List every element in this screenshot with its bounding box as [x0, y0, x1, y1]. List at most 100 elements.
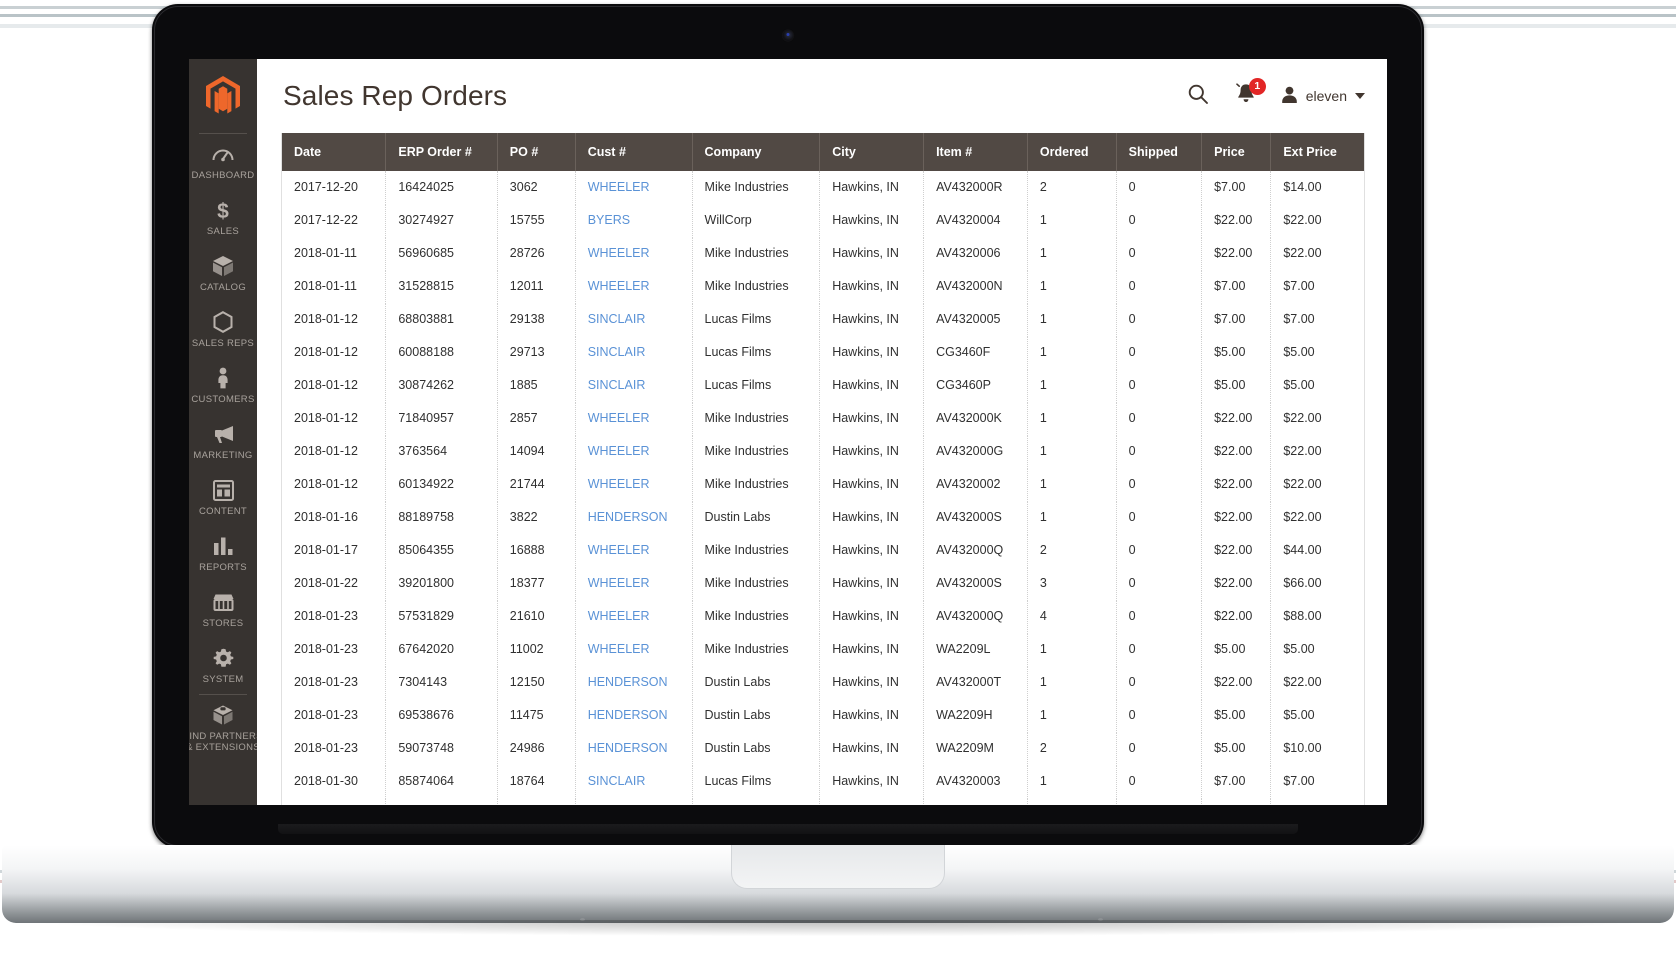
cell-ordered: 1 [1027, 269, 1117, 303]
cell-cust[interactable]: SINCLAIR [575, 335, 693, 369]
orders-table-area: Date ERP Order # PO # Cust # Company City Item… [257, 133, 1387, 805]
cell-cust[interactable]: WHEELER [575, 632, 693, 666]
cell-cust[interactable]: WHEELER [575, 171, 693, 204]
column-header-erp-order[interactable]: ERP Order # [385, 133, 498, 171]
cell-date: 2018-01-23 [282, 665, 387, 699]
table-row[interactable]: 2018-01-23 59073748 24986 HENDERSON Dustin L… [282, 731, 1364, 765]
customer-link[interactable]: WHEELER [588, 609, 650, 623]
magento-logo-icon [206, 76, 240, 114]
cell-cust[interactable]: BYERS [575, 203, 693, 237]
column-header-price[interactable]: Price [1201, 133, 1272, 171]
sidebar-item-sales-reps[interactable]: SALES REPS [189, 302, 257, 358]
cell-cust[interactable]: WHEELER [575, 797, 693, 805]
table-row[interactable]: 2018-01-12 30874262 1885 SINCLAIR Lucas Film… [282, 368, 1364, 402]
sidebar-item-system[interactable]: SYSTEM [189, 638, 257, 694]
sidebar-item-dashboard[interactable]: DASHBOARD [189, 134, 257, 190]
customer-link[interactable]: BYERS [588, 213, 630, 227]
cell-date: 2017-12-20 [282, 171, 387, 204]
customer-link[interactable]: WHEELER [588, 444, 650, 458]
cell-cust[interactable]: HENDERSON [575, 731, 693, 765]
notifications-button[interactable]: 1 [1233, 78, 1266, 109]
sidebar-item-find-partners-extensions[interactable]: FIND PARTNERS & EXTENSIONS [189, 695, 257, 762]
cell-cust[interactable]: HENDERSON [575, 500, 693, 534]
customer-link[interactable]: HENDERSON [588, 708, 668, 722]
cell-cust[interactable]: WHEELER [575, 236, 693, 270]
customer-link[interactable]: WHEELER [588, 411, 650, 425]
customer-link[interactable]: WHEELER [588, 477, 650, 491]
sidebar-item-stores[interactable]: STORES [189, 582, 257, 638]
table-row[interactable]: 2018-01-23 69538676 11475 HENDERSON Dustin L… [282, 698, 1364, 732]
table-row[interactable]: 2018-01-22 39201800 18377 WHEELER Mike Indus… [282, 566, 1364, 600]
sidebar-item-marketing[interactable]: MARKETING [189, 414, 257, 470]
cell-cust[interactable]: SINCLAIR [575, 302, 693, 336]
table-row[interactable]: 2018-01-23 7304143 12150 HENDERSON Dustin La… [282, 665, 1364, 699]
table-row[interactable]: 2017-12-22 30274927 15755 BYERS WillCorp Hawk… [282, 203, 1364, 237]
customer-link[interactable]: SINCLAIR [588, 345, 646, 359]
cell-company: Lucas Films [692, 368, 821, 402]
cell-cust[interactable]: WHEELER [575, 566, 693, 600]
user-menu[interactable]: eleven [1281, 86, 1365, 107]
column-header-cust[interactable]: Cust # [575, 133, 693, 171]
table-row[interactable]: 2018-02-0273349337335WHEELERMike Industr… [282, 797, 1364, 805]
table-row[interactable]: 2018-01-23 67642020 11002 WHEELER Mike Indus… [282, 632, 1364, 666]
customer-link[interactable]: SINCLAIR [588, 312, 646, 326]
column-header-ext-price[interactable]: Ext Price [1270, 133, 1364, 171]
table-row[interactable]: 2018-01-16 88189758 3822 HENDERSON Dustin La… [282, 500, 1364, 534]
column-header-shipped[interactable]: Shipped [1116, 133, 1203, 171]
table-row[interactable]: 2018-01-12 3763564 14094 WHEELER Mike Indust… [282, 434, 1364, 468]
table-header-row: Date ERP Order # PO # Cust # Company City Item… [282, 133, 1364, 171]
customer-link[interactable]: SINCLAIR [588, 774, 646, 788]
column-header-ordered[interactable]: Ordered [1027, 133, 1117, 171]
sidebar-item-reports[interactable]: REPORTS [189, 526, 257, 582]
cell-cust[interactable]: WHEELER [575, 599, 693, 633]
table-row[interactable]: 2018-01-12 71840957 2857 WHEELER Mike Indust… [282, 401, 1364, 435]
cell-cust[interactable]: WHEELER [575, 401, 693, 435]
table-row[interactable]: 2017-12-20 16424025 3062 WHEELER Mike Indust… [282, 171, 1364, 204]
sidebar-item-content[interactable]: CONTENT [189, 470, 257, 526]
cell-cust[interactable]: WHEELER [575, 533, 693, 567]
column-header-item[interactable]: Item # [923, 133, 1028, 171]
search-button[interactable] [1185, 83, 1211, 109]
cell-cust[interactable]: HENDERSON [575, 698, 693, 732]
cell-ext-price: $22.00 [1270, 467, 1364, 501]
table-row[interactable]: 2018-01-12 68803881 29138 SINCLAIR Lucas Fil… [282, 302, 1364, 336]
customer-link[interactable]: WHEELER [588, 576, 650, 590]
cell-ext-price: $66.00 [1270, 566, 1364, 600]
table-row[interactable]: 2018-01-12 60134922 21744 WHEELER Mike Indus… [282, 467, 1364, 501]
column-header-company[interactable]: Company [692, 133, 821, 171]
customer-link[interactable]: HENDERSON [588, 510, 668, 524]
cell-cust[interactable]: WHEELER [575, 434, 693, 468]
cell-po: 21744 [497, 467, 576, 501]
column-header-po[interactable]: PO # [497, 133, 576, 171]
cell-cust[interactable]: WHEELER [575, 269, 693, 303]
cell-cust[interactable]: WHEELER [575, 467, 693, 501]
table-row[interactable]: 2018-01-23 57531829 21610 WHEELER Mike Indus… [282, 599, 1364, 633]
cell-price: $22.00 [1201, 566, 1272, 600]
customer-link[interactable]: HENDERSON [588, 741, 668, 755]
customer-link[interactable]: WHEELER [588, 246, 650, 260]
cell-cust[interactable]: SINCLAIR [575, 764, 693, 798]
cell-po: 3822 [497, 500, 576, 534]
cell-cust[interactable]: HENDERSON [575, 665, 693, 699]
laptop-webcam-icon [782, 30, 794, 41]
cell-date: 2018-01-12 [282, 302, 387, 336]
table-row[interactable]: 2018-01-11 31528815 12011 WHEELER Mike Indus… [282, 269, 1364, 303]
sidebar-logo[interactable] [189, 59, 257, 133]
column-header-date[interactable]: Date [282, 133, 387, 171]
customer-link[interactable]: WHEELER [588, 279, 650, 293]
customer-link[interactable]: WHEELER [588, 180, 650, 194]
orders-table: Date ERP Order # PO # Cust # Company City Item… [282, 133, 1364, 805]
sidebar-item-customers[interactable]: CUSTOMERS [189, 358, 257, 414]
cell-cust[interactable]: SINCLAIR [575, 368, 693, 402]
customer-link[interactable]: SINCLAIR [588, 378, 646, 392]
table-row[interactable]: 2018-01-30 85874064 18764 SINCLAIR Lucas Fil… [282, 764, 1364, 798]
column-header-city[interactable]: City [819, 133, 925, 171]
customer-link[interactable]: WHEELER [588, 642, 650, 656]
sidebar-item-catalog[interactable]: CATALOG [189, 246, 257, 302]
customer-link[interactable]: WHEELER [588, 543, 650, 557]
table-row[interactable]: 2018-01-12 60088188 29713 SINCLAIR Lucas Fil… [282, 335, 1364, 369]
table-row[interactable]: 2018-01-11 56960685 28726 WHEELER Mike Indus… [282, 236, 1364, 270]
table-row[interactable]: 2018-01-17 85064355 16888 WHEELER Mike Indus… [282, 533, 1364, 567]
sidebar-item-sales[interactable]: $ SALES [189, 190, 257, 246]
customer-link[interactable]: HENDERSON [588, 675, 668, 689]
